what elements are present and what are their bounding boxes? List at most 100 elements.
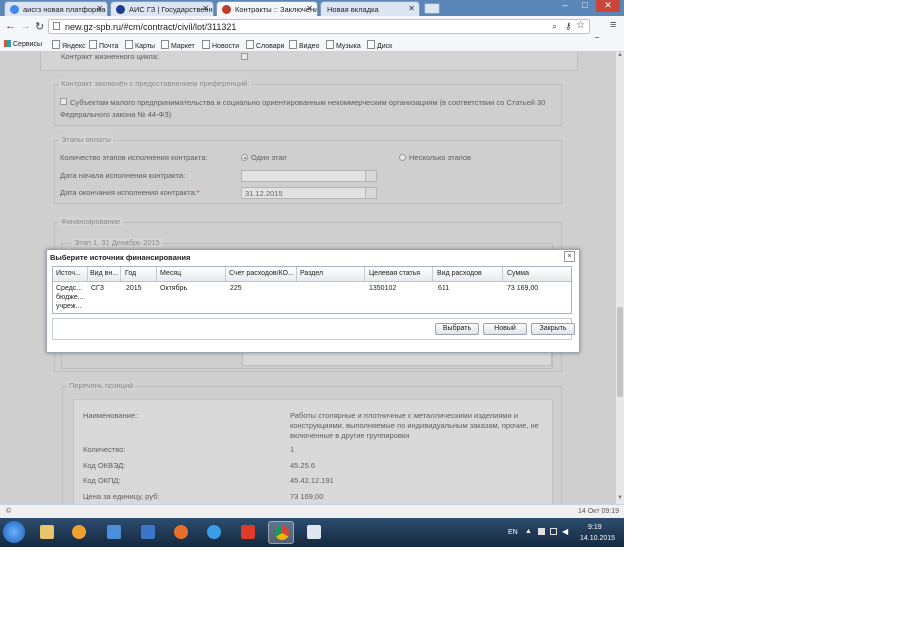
reload-icon[interactable]: ↻ [35,20,44,33]
folder-icon [40,525,54,539]
column-source[interactable]: Источ... [56,270,86,277]
column-separator [87,267,88,281]
speaker-icon [141,525,155,539]
one-stage-radio[interactable] [241,154,248,161]
column-type[interactable]: Вид вн... [90,270,120,277]
preferences-fieldset: Контракт заключён с предоставлением преф… [54,79,562,126]
site-icon [222,5,231,14]
calendar-icon[interactable] [365,171,376,181]
bookmark-icon [125,40,133,49]
tray-expand-icon[interactable]: ▲ [525,528,532,535]
volume-icon[interactable]: ◀ [562,527,568,536]
taskbar-firefox[interactable] [168,521,194,544]
maximize-icon[interactable]: □ [576,0,594,12]
forward-icon[interactable]: → [20,20,31,32]
back-icon[interactable]: ← [5,20,16,32]
taskbar-mail[interactable] [101,521,127,544]
taskbar-app[interactable] [301,521,327,544]
end-date-input[interactable]: 31.12.2015 [241,187,377,199]
cell-account: 225 [230,285,242,292]
grid-header: Источ... Вид вн... Год Месяц Счет расход… [53,267,571,282]
new-button[interactable]: Новый [483,323,527,335]
tab-new-tab[interactable]: Новая вкладка ✕ [320,1,420,16]
smp-checkbox[interactable] [60,98,67,105]
flag-icon[interactable] [538,528,545,535]
start-date-input[interactable] [241,170,377,182]
chrome-icon [275,526,289,540]
divider [40,70,578,71]
bookmark-dictionaries[interactable]: Словари [246,40,284,50]
okpd-value: 45.42.12.191 [290,476,334,485]
bookmark-market[interactable]: Маркет [161,40,195,50]
column-separator [156,267,157,281]
language-indicator[interactable]: EN [508,529,518,536]
bookmark-disk[interactable]: Диск [367,40,392,50]
key-icon[interactable]: ⚷ [565,21,572,32]
clock-date[interactable]: 14.10.2015 [580,535,615,542]
select-button[interactable]: Выбрать [435,323,479,335]
scroll-up-icon[interactable]: ▲ [617,52,623,58]
dialog-button-bar: Выбрать Новый Закрыть [52,318,575,340]
column-account[interactable]: Счет расходов/КО... [229,270,295,277]
minimize-icon[interactable]: – [556,0,574,12]
close-icon[interactable]: ✕ [96,4,103,13]
column-section[interactable]: Раздел [300,270,323,277]
tab-ais-gz[interactable]: АИС ГЗ | Государственн ✕ [110,1,214,16]
bookmark-news[interactable]: Новости [202,40,239,50]
google-icon [10,5,19,14]
bookmarks-bar: Сервисы Яндекс Почта Карты Маркет Новост… [0,38,624,52]
close-button[interactable]: Закрыть [531,323,575,335]
star-icon[interactable]: ☆ [576,20,585,31]
bookmark-video[interactable]: Видео [289,40,319,50]
cell-source: Средс... [56,285,83,292]
positions-fieldset: Перечень позиций Наименование: Работы ст… [62,381,562,504]
start-button[interactable] [3,521,25,543]
taskbar-yandex[interactable] [235,521,261,544]
page-scrollbar[interactable]: ▲ ▼ [616,52,624,504]
calendar-icon[interactable] [365,188,376,198]
column-sum[interactable]: Сумма [507,270,529,277]
close-icon[interactable]: ✕ [306,4,313,13]
bookmark-mail[interactable]: Почта [89,40,118,50]
lifecycle-checkbox[interactable] [241,53,248,60]
tab-aisgz-search[interactable]: аисгз новая платформа ✕ [4,1,108,16]
network-icon[interactable] [550,528,557,535]
taskbar-explorer[interactable] [34,521,60,544]
window-close-icon[interactable]: ✕ [596,0,620,12]
tab-contracts[interactable]: Контракты :: Заключени ✕ [216,1,318,16]
bookmark-services[interactable]: Сервисы [4,40,42,48]
column-target-article[interactable]: Целевая статья [369,270,420,277]
cell-target-article: 1350102 [369,285,397,292]
taskbar-sound[interactable] [135,521,161,544]
dialog-close-icon[interactable]: × [564,251,575,262]
table-row[interactable]: Средс... бюдже... учреж... СГЗ 2015 Октя… [53,282,571,313]
cell-source: учреж... [56,303,82,310]
taskbar-media-player[interactable] [66,521,92,544]
taskbar-ie[interactable] [201,521,227,544]
position-name-line: конструкциями, выполняемые по индивидуал… [290,421,539,430]
url-input[interactable]: new.gz-spb.ru/#cm/contract/civil/lot/311… [48,19,590,34]
search-icon[interactable]: ⌕ [552,21,557,32]
column-year[interactable]: Год [125,270,136,277]
column-month[interactable]: Месяц [160,270,181,277]
yandex-icon [241,525,255,539]
browser-tab-bar: аисгз новая платформа ✕ АИС ГЗ | Государ… [0,0,624,16]
bookmark-maps[interactable]: Карты [125,40,155,50]
bookmark-yandex[interactable]: Яндекс [52,40,86,50]
column-separator [364,267,365,281]
payment-stages-fieldset: Этапы оплаты Количество этапов исполнени… [54,135,562,204]
smp-checkbox-label-cont: Федерального закона № 44-ФЗ) [60,110,172,119]
many-stages-radio[interactable] [399,154,406,161]
column-expense-type[interactable]: Вид расходов [437,270,482,277]
scrollbar-thumb[interactable] [617,307,623,397]
bookmark-music[interactable]: Музыка [326,40,361,50]
close-icon[interactable]: ✕ [408,4,415,13]
taskbar-chrome[interactable] [268,521,294,544]
clock-time[interactable]: 9:19 [588,524,602,531]
close-icon[interactable]: ✕ [202,4,209,13]
menu-icon[interactable]: ≡ [610,19,616,31]
preferences-legend: Контракт заключён с предоставлением преф… [59,79,252,88]
scroll-down-icon[interactable]: ▼ [617,495,623,501]
cell-type: СГЗ [91,285,104,292]
new-tab-button[interactable] [424,3,440,14]
